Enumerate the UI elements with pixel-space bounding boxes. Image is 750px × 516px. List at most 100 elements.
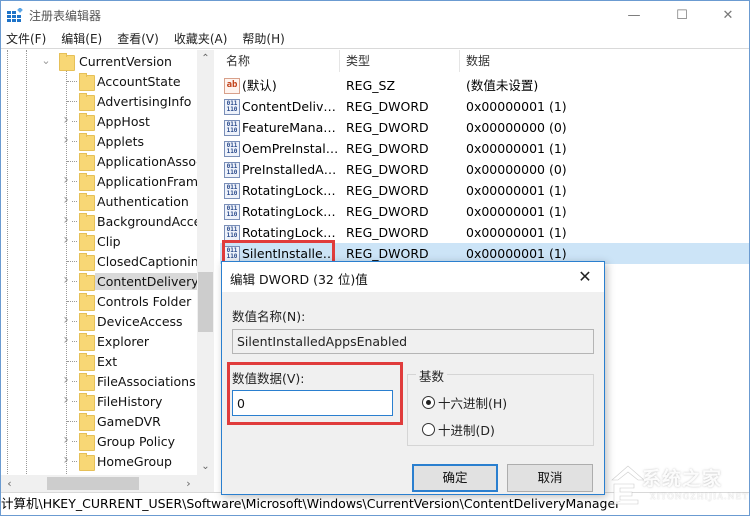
tree-item[interactable]: › AppHost bbox=[1, 111, 197, 131]
list-row[interactable]: ab (默认) REG_SZ (数值未设置) bbox=[220, 75, 749, 96]
value-data-input[interactable] bbox=[232, 390, 393, 416]
tree-item[interactable]: GameDVR bbox=[1, 411, 197, 431]
scroll-up-icon[interactable]: ⌃ bbox=[197, 50, 214, 67]
radio-checked-icon[interactable] bbox=[422, 396, 435, 409]
base-group-label: 基数 bbox=[416, 366, 448, 385]
status-bar-path: 计算机\HKEY_CURRENT_USER\Software\Microsoft… bbox=[1, 492, 749, 515]
menu-edit[interactable]: 编辑(E) bbox=[56, 30, 108, 47]
chevron-right-icon[interactable]: › bbox=[61, 273, 71, 287]
cell-type: REG_DWORD bbox=[346, 204, 429, 219]
column-header-data[interactable]: 数据 bbox=[460, 50, 749, 72]
close-window-button[interactable]: ✕ bbox=[705, 1, 750, 29]
tree-item[interactable]: › FileHistory bbox=[1, 391, 197, 411]
chevron-right-icon[interactable]: › bbox=[61, 313, 71, 327]
tree-item[interactable]: AdvertisingInfo bbox=[1, 91, 197, 111]
scroll-down-icon[interactable]: ⌄ bbox=[197, 458, 214, 475]
scroll-right-icon[interactable]: › bbox=[180, 475, 197, 492]
cancel-button[interactable]: 取消 bbox=[507, 464, 593, 492]
menu-file[interactable]: 文件(F) bbox=[1, 30, 52, 47]
tree-guide-line bbox=[72, 241, 77, 242]
value-name-field[interactable]: SilentInstalledAppsEnabled bbox=[232, 329, 594, 354]
tree-item[interactable]: › Applets bbox=[1, 131, 197, 151]
value-name: RotatingLockS... bbox=[242, 225, 340, 240]
menu-view[interactable]: 查看(V) bbox=[112, 30, 165, 47]
chevron-right-icon[interactable]: › bbox=[61, 173, 71, 187]
radio-decimal[interactable]: 十进制(D) bbox=[422, 420, 495, 439]
folder-icon bbox=[59, 53, 75, 71]
list-row[interactable]: 011 110 RotatingLockS... REG_DWORD 0x000000… bbox=[220, 222, 749, 243]
tree-item-label: ApplicationAssoc bbox=[97, 153, 203, 169]
list-row[interactable]: 011 110 FeatureManag... REG_DWORD 0x0000000… bbox=[220, 117, 749, 138]
tree-item-label: AdvertisingInfo bbox=[97, 93, 192, 109]
cell-name: 011 110 RotatingLockS... bbox=[220, 180, 340, 201]
chevron-right-icon[interactable]: › bbox=[61, 333, 71, 347]
ok-button[interactable]: 确定 bbox=[412, 464, 498, 492]
tree-horizontal-scrollbar[interactable]: ‹ › bbox=[1, 475, 214, 492]
tree-item-currentversion[interactable]: ⌄ CurrentVersion bbox=[1, 51, 197, 71]
tree-item[interactable]: › ContentDeliveryM bbox=[1, 271, 212, 291]
chevron-right-icon[interactable]: › bbox=[61, 433, 71, 447]
tree-item-label: Applets bbox=[97, 133, 144, 149]
minimize-button[interactable]: — bbox=[611, 1, 657, 29]
radio-hexadecimal[interactable]: 十六进制(H) bbox=[422, 393, 507, 412]
tree-item[interactable]: › BackgroundAcce bbox=[1, 211, 201, 231]
list-row[interactable]: 011 110 ContentDeliver... REG_DWORD 0x00000… bbox=[220, 96, 749, 117]
tree-item[interactable]: Ext bbox=[1, 351, 197, 371]
radio-unchecked-icon[interactable] bbox=[422, 423, 435, 436]
tree-item-label: ContentDeliveryM bbox=[95, 272, 212, 290]
chevron-right-icon[interactable]: › bbox=[61, 233, 71, 247]
value-name: RotatingLockS... bbox=[242, 204, 340, 219]
tree-item[interactable]: › Explorer bbox=[1, 331, 197, 351]
column-header-type[interactable]: 类型 bbox=[340, 50, 460, 72]
maximize-button[interactable]: ☐ bbox=[659, 1, 705, 29]
tree-vertical-scrollbar[interactable]: ⌃ ⌄ bbox=[197, 50, 214, 475]
tree-item[interactable]: › FileAssociations bbox=[1, 371, 197, 391]
folder-icon bbox=[79, 173, 95, 191]
value-data-label: 数值数据(V): bbox=[232, 371, 305, 386]
cell-type: REG_DWORD bbox=[346, 183, 429, 198]
tree-item[interactable]: ApplicationAssoc bbox=[1, 151, 203, 171]
folder-icon bbox=[79, 433, 95, 451]
list-row[interactable]: 011 110 RotatingLockS... REG_DWORD 0x000000… bbox=[220, 201, 749, 222]
folder-icon bbox=[79, 273, 95, 291]
dialog-title: 编辑 DWORD (32 位)值 bbox=[230, 272, 368, 287]
tree-item[interactable]: › Clip bbox=[1, 231, 197, 251]
column-header-name[interactable]: 名称 bbox=[220, 50, 340, 72]
folder-icon bbox=[79, 293, 95, 311]
value-name: FeatureManag... bbox=[242, 120, 340, 135]
tree-item[interactable]: ClosedCaptioning bbox=[1, 251, 207, 271]
chevron-right-icon[interactable]: › bbox=[61, 133, 71, 147]
chevron-right-icon[interactable]: › bbox=[61, 113, 71, 127]
tree-item[interactable]: › Group Policy bbox=[1, 431, 197, 451]
chevron-right-icon[interactable]: › bbox=[61, 213, 71, 227]
chevron-right-icon[interactable]: › bbox=[61, 193, 71, 207]
chevron-right-icon[interactable]: › bbox=[61, 393, 71, 407]
cell-name: 011 110 ContentDeliver... bbox=[220, 96, 340, 117]
tree-item[interactable]: › Authentication bbox=[1, 191, 197, 211]
tree-item[interactable]: Controls Folder bbox=[1, 291, 197, 311]
tree-item[interactable]: › ApplicationFrame bbox=[1, 171, 206, 191]
tree-guide-line bbox=[72, 281, 77, 282]
registry-app-icon bbox=[7, 8, 23, 22]
tree-item[interactable]: AccountState bbox=[1, 71, 197, 91]
chevron-right-icon[interactable]: › bbox=[61, 453, 71, 467]
value-name: ContentDeliver... bbox=[242, 99, 340, 114]
chevron-right-icon[interactable]: › bbox=[61, 373, 71, 387]
scrollbar-thumb[interactable] bbox=[47, 477, 139, 490]
scrollbar-thumb[interactable] bbox=[198, 272, 213, 332]
list-row[interactable]: 011 110 OemPreInstall... REG_DWORD 0x000000… bbox=[220, 138, 749, 159]
menu-help[interactable]: 帮助(H) bbox=[237, 30, 290, 47]
tree-item[interactable]: › DeviceAccess bbox=[1, 311, 197, 331]
chevron-down-icon[interactable]: ⌄ bbox=[41, 55, 51, 67]
tree-item[interactable]: › HomeGroup bbox=[1, 451, 197, 471]
scroll-left-icon[interactable]: ‹ bbox=[1, 475, 18, 492]
menu-bar: 文件(F) 编辑(E) 查看(V) 收藏夹(A) 帮助(H) bbox=[1, 29, 749, 49]
dialog-close-icon[interactable]: ✕ bbox=[574, 266, 596, 288]
menu-favorites[interactable]: 收藏夹(A) bbox=[169, 30, 234, 47]
list-row[interactable]: 011 110 PreInstalledAp... REG_DWORD 0x00000… bbox=[220, 159, 749, 180]
cell-data: 0x00000001 (1) bbox=[466, 204, 567, 219]
tree-item-label: GameDVR bbox=[97, 413, 161, 429]
list-row[interactable]: 011 110 RotatingLockS... REG_DWORD 0x000000… bbox=[220, 180, 749, 201]
cell-data: 0x00000001 (1) bbox=[466, 99, 567, 114]
binary-value-icon: 011 110 bbox=[224, 98, 240, 115]
